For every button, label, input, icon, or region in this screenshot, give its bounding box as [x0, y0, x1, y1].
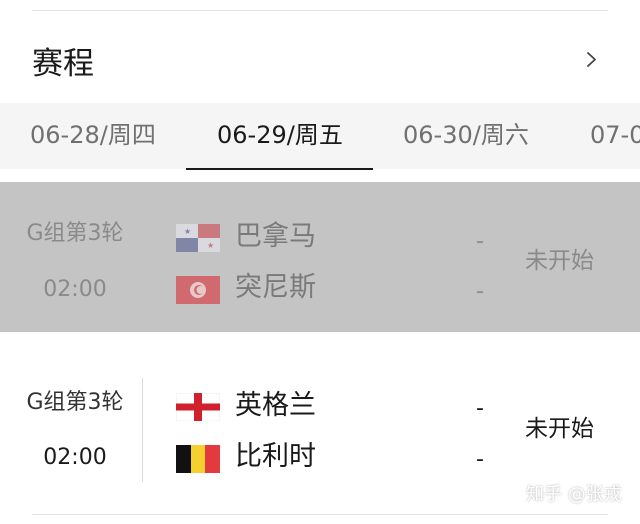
- list-divider: [32, 514, 608, 515]
- tab-0629[interactable]: 06-29/周五: [217, 117, 343, 153]
- team-name: 英格兰: [235, 390, 316, 421]
- team-name: 突尼斯: [235, 272, 316, 303]
- tab-0628[interactable]: 06-28/周四: [30, 117, 156, 153]
- schedule-page: 赛程 06-28/周四 06-29/周五 06-30/周六 07-0 G组第3轮…: [0, 0, 640, 524]
- team-name: 巴拿马: [235, 221, 316, 252]
- active-tab-indicator: [186, 168, 373, 170]
- page-title: 赛程: [32, 46, 94, 82]
- match-round: G组第3轮: [26, 390, 124, 415]
- column-divider: [142, 378, 143, 482]
- team-name: 比利时: [235, 441, 316, 472]
- top-divider: [32, 10, 608, 11]
- match-time: 02:00: [43, 277, 107, 302]
- schedule-header[interactable]: 赛程: [0, 34, 640, 96]
- team-score: -: [476, 396, 484, 421]
- watermark: 知乎 @张戎: [526, 484, 622, 505]
- match-round: G组第3轮: [26, 221, 124, 246]
- team-score: -: [476, 447, 484, 472]
- svg-text:★: ★: [207, 241, 214, 250]
- panama-flag-icon: ★ ★: [176, 224, 220, 252]
- date-tab-bar: 06-28/周四 06-29/周五 06-30/周六 07-0: [0, 103, 640, 169]
- match-status: 未开始: [525, 248, 594, 274]
- match-time: 02:00: [43, 445, 107, 470]
- tab-0630[interactable]: 06-30/周六: [403, 117, 529, 153]
- chevron-right-icon[interactable]: [584, 52, 599, 67]
- team-score: -: [476, 229, 484, 254]
- match-row[interactable]: G组第3轮 02:00 ★ ★ 巴拿马 - 突尼斯 - 未开始: [0, 182, 640, 332]
- svg-text:★: ★: [184, 227, 191, 236]
- tunisia-flag-icon: [176, 276, 220, 304]
- belgium-flag-icon: [176, 445, 220, 473]
- match-status: 未开始: [525, 416, 594, 442]
- tab-0701[interactable]: 07-0: [590, 117, 640, 153]
- england-flag-icon: [176, 393, 220, 421]
- team-score: -: [476, 279, 484, 304]
